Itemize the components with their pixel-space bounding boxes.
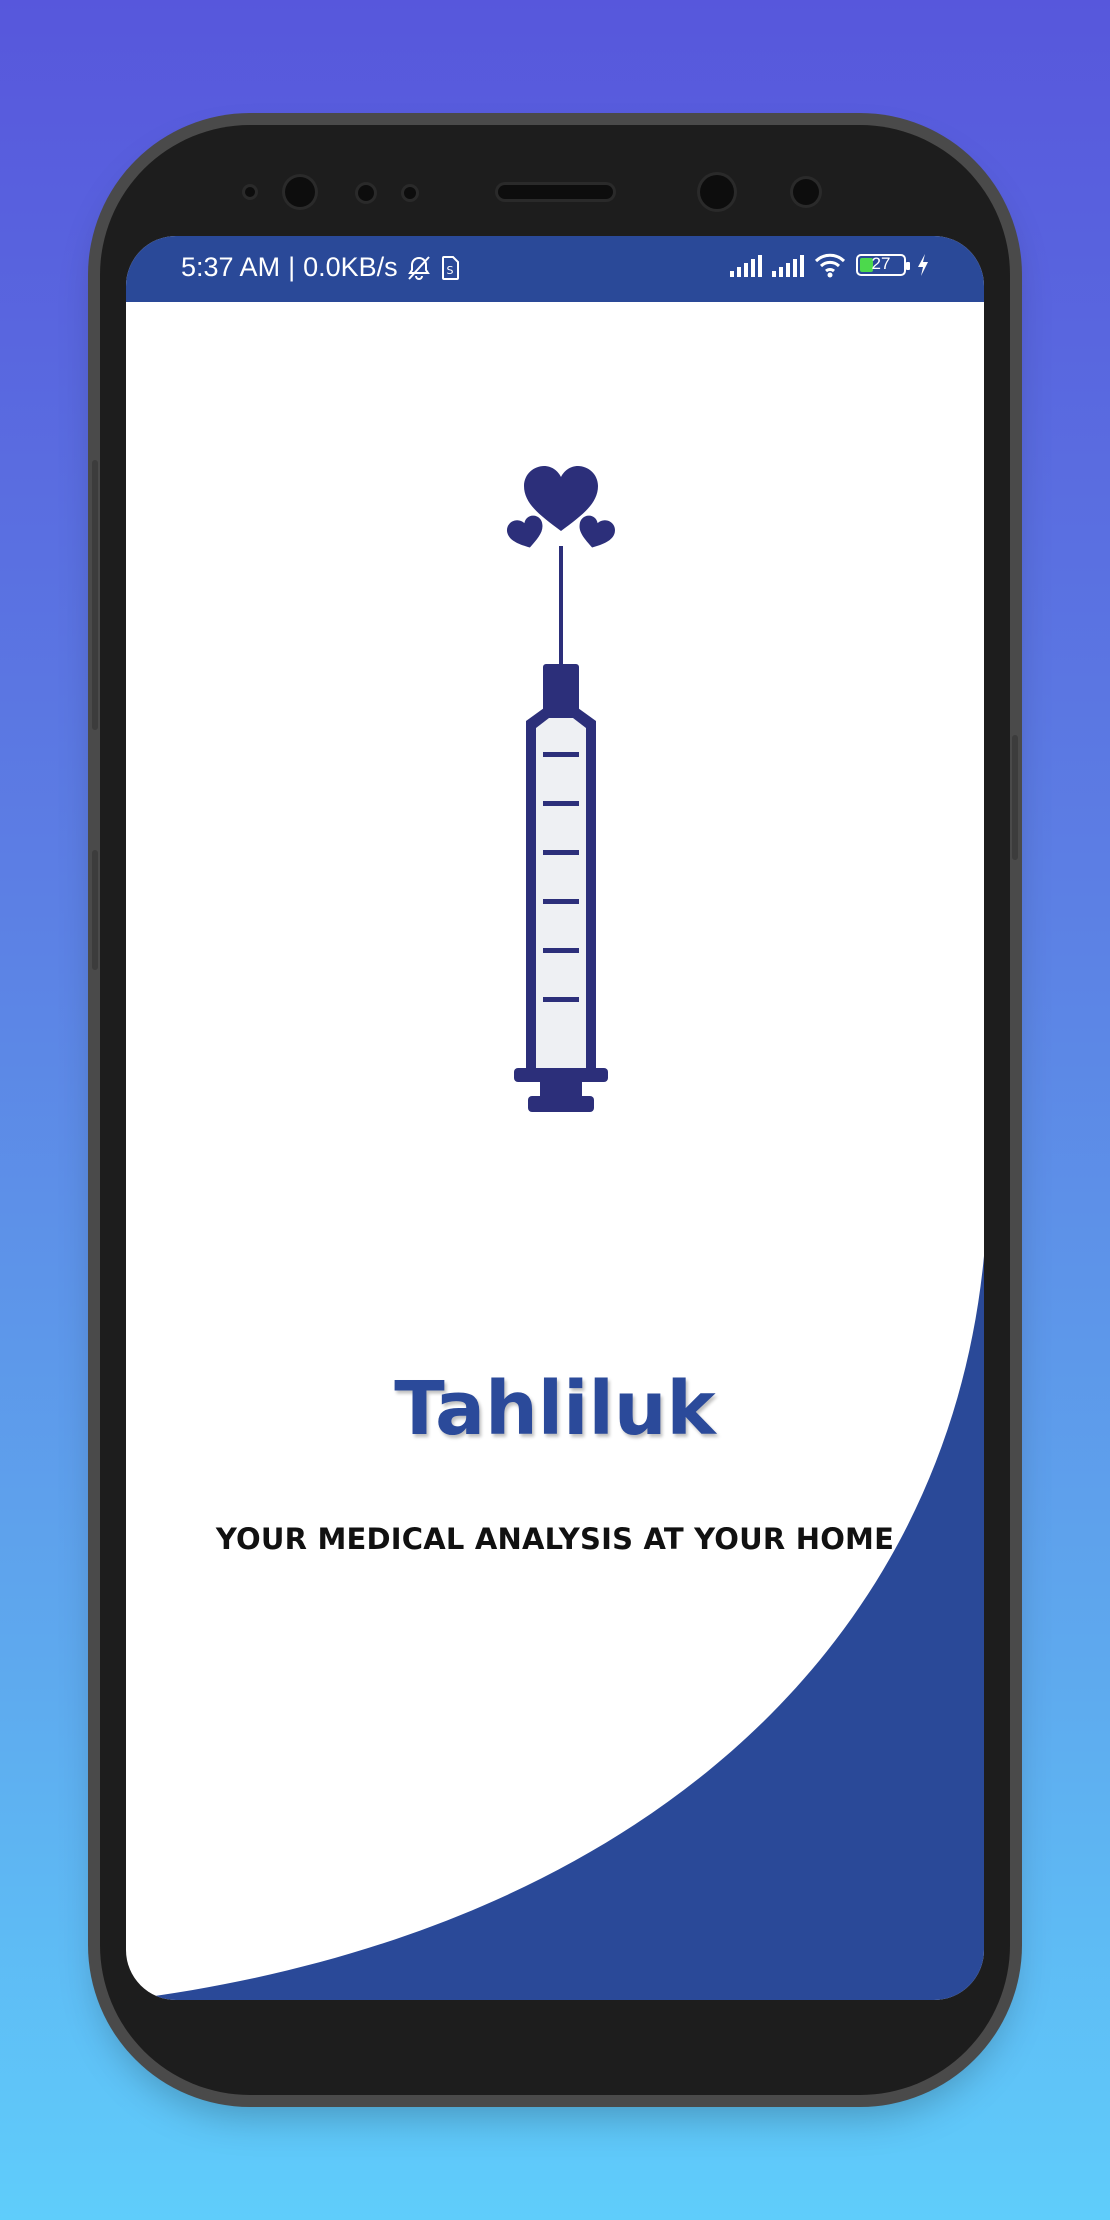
app-tagline: YOUR MEDICAL ANALYSIS AT YOUR HOME xyxy=(215,1522,895,1556)
front-camera-icon xyxy=(285,177,315,207)
signal-icon xyxy=(730,253,762,277)
phone-side-button-upper xyxy=(92,460,98,730)
light-sensor-icon xyxy=(404,187,416,199)
status-bar-left: 5:37 AM | 0.0KB/s S xyxy=(181,252,460,283)
svg-text:S: S xyxy=(446,264,453,277)
earpiece-speaker xyxy=(498,185,613,199)
status-separator: | xyxy=(288,252,296,282)
status-bar-right: 27 xyxy=(730,252,930,278)
wifi-icon xyxy=(814,253,846,278)
phone-power-button xyxy=(1012,735,1018,860)
battery-icon: 27 xyxy=(856,254,910,276)
battery-level: 27 xyxy=(871,254,891,273)
status-bar: 5:37 AM | 0.0KB/s S 27 xyxy=(126,236,984,302)
charging-icon xyxy=(918,254,928,276)
phone-side-button-lower xyxy=(92,850,98,970)
app-title: Tahliluk xyxy=(394,1366,716,1452)
iris-camera-icon xyxy=(700,175,734,209)
syringe-hearts-icon xyxy=(506,466,616,1112)
signal-icon-2 xyxy=(772,253,804,277)
network-speed: 0.0KB/s xyxy=(303,252,398,282)
proximity-sensor-icon xyxy=(358,185,374,201)
sim-icon: S xyxy=(441,255,459,280)
iris-sensor-icon xyxy=(793,179,819,205)
status-time: 5:37 AM xyxy=(181,252,281,282)
app-screen: 5:37 AM | 0.0KB/s S 27 Tahliluk YOUR MED… xyxy=(126,236,984,2000)
front-sensor-icon xyxy=(245,187,255,197)
bell-off-icon xyxy=(407,255,430,280)
